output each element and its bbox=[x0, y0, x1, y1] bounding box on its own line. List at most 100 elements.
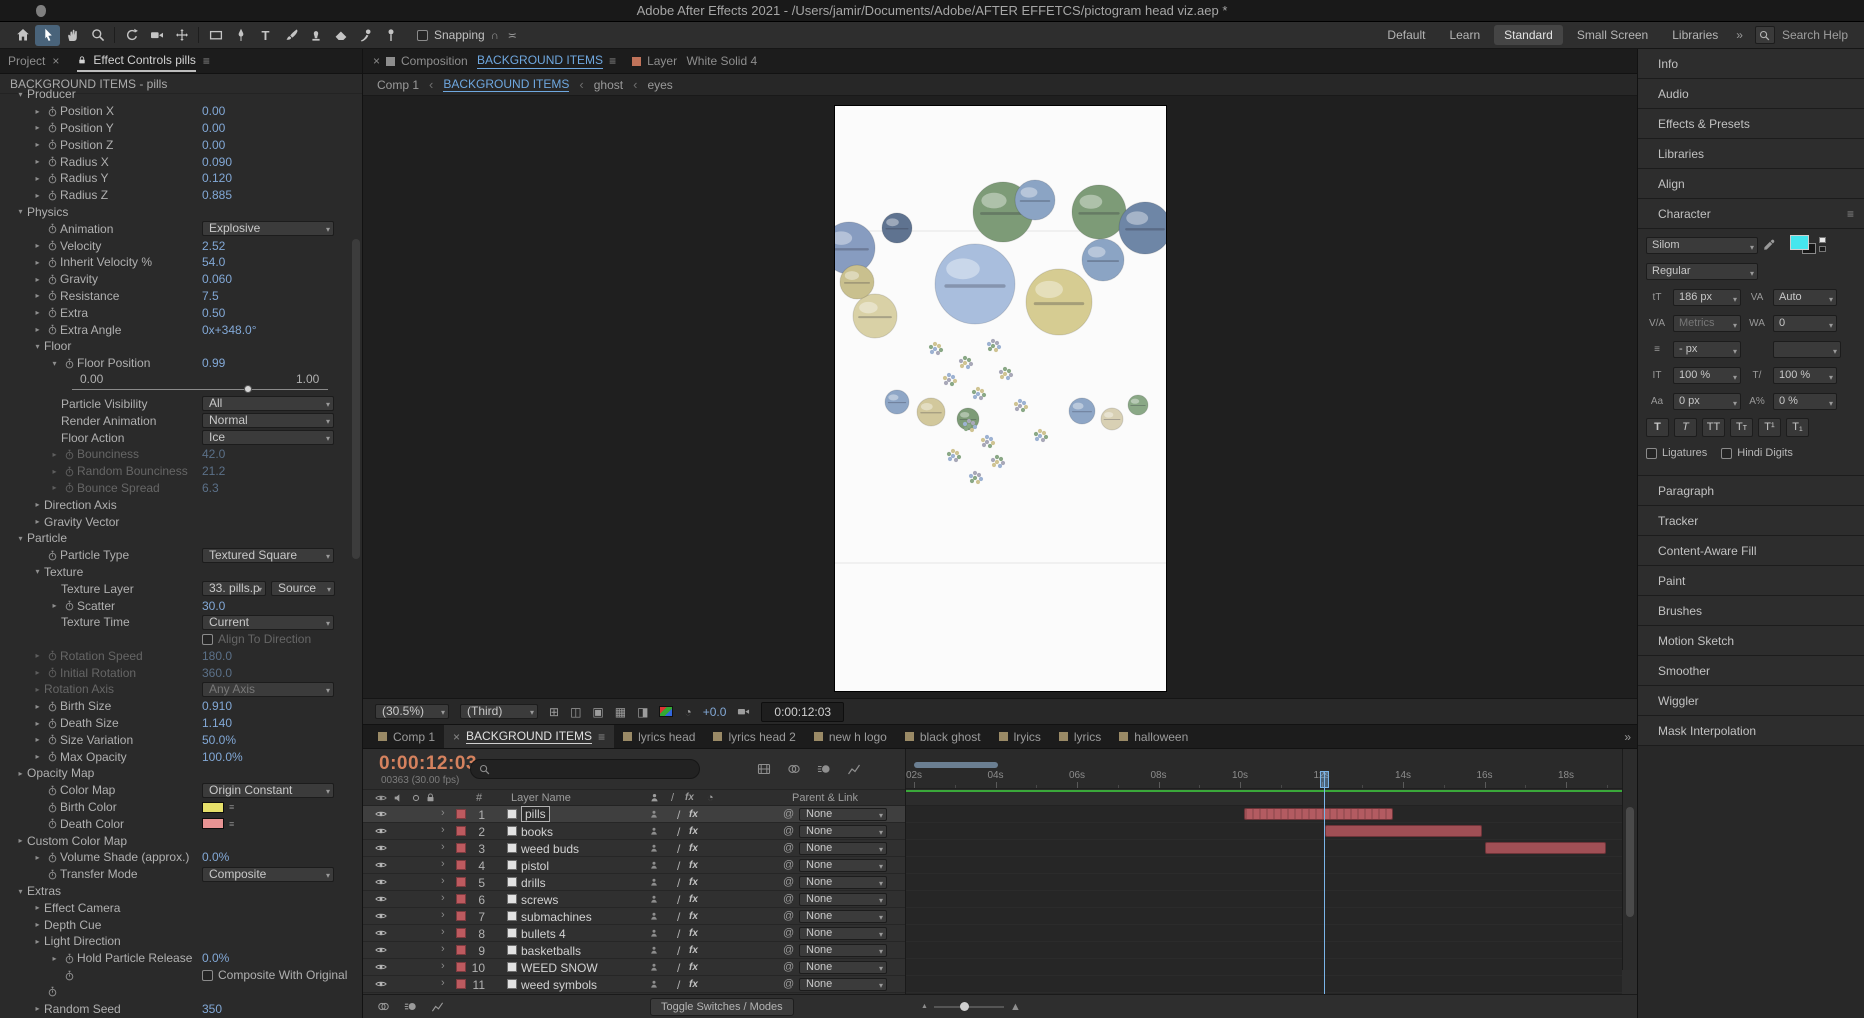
font-family-dropdown[interactable]: Silom bbox=[1646, 237, 1758, 254]
property-value[interactable]: 0.99 bbox=[202, 356, 225, 370]
timeline-track-area[interactable]: 02s04s06s08s10s12s14s16s18s bbox=[905, 749, 1622, 994]
chevron-right-icon[interactable]: › bbox=[441, 892, 445, 904]
type-toggle-4[interactable]: T¹ bbox=[1758, 418, 1781, 437]
stopwatch-icon[interactable] bbox=[61, 449, 77, 460]
property-value[interactable]: 7.5 bbox=[202, 289, 219, 303]
channel-color-icon[interactable] bbox=[659, 706, 673, 717]
timeline-tab-lryics[interactable]: lryics bbox=[990, 725, 1050, 748]
property-control[interactable]: Any Axis bbox=[202, 682, 334, 697]
timeline-search-input[interactable] bbox=[470, 759, 700, 779]
twirl-right-icon[interactable]: ▸ bbox=[31, 258, 44, 267]
track-row[interactable] bbox=[906, 891, 1622, 908]
panel-smoother[interactable]: Smoother bbox=[1638, 656, 1864, 686]
parent-link-dropdown[interactable]: None bbox=[799, 927, 887, 940]
shape-tool[interactable] bbox=[203, 25, 228, 46]
work-area-bar[interactable] bbox=[914, 762, 998, 768]
layer-duration-bar[interactable] bbox=[1485, 842, 1606, 854]
track-row[interactable] bbox=[906, 942, 1622, 959]
fx-switch[interactable]: fx bbox=[689, 962, 698, 973]
stopwatch-icon[interactable] bbox=[44, 986, 60, 997]
pick-whip-icon[interactable]: @ bbox=[783, 893, 794, 905]
effect-row[interactable]: ▸Inherit Velocity %54.0 bbox=[0, 254, 362, 271]
property-control[interactable]: 0x+348.0° bbox=[202, 323, 257, 337]
stopwatch-icon[interactable] bbox=[61, 600, 77, 611]
effect-row[interactable]: ▸Velocity2.52 bbox=[0, 237, 362, 254]
tab-overflow-chevrons[interactable]: » bbox=[1624, 730, 1631, 744]
twirl-right-icon[interactable]: ▸ bbox=[31, 903, 44, 912]
resolution-dropdown[interactable]: (Third) bbox=[460, 704, 538, 719]
panel-menu-icon[interactable]: ≡ bbox=[203, 54, 210, 68]
stopwatch-icon[interactable] bbox=[44, 802, 60, 813]
timeline-tab-lyrics-head[interactable]: lyrics head bbox=[614, 725, 704, 748]
workspace-overflow-chevrons[interactable]: » bbox=[1736, 28, 1743, 42]
eyedropper-icon[interactable] bbox=[1763, 239, 1785, 251]
property-value[interactable]: 0.885 bbox=[202, 188, 232, 202]
property-control[interactable]: 0.00 bbox=[202, 121, 225, 135]
graph-editor-icon[interactable] bbox=[847, 762, 861, 776]
effect-row[interactable]: ▾Physics bbox=[0, 204, 362, 221]
effect-row[interactable]: ▸Gravity0.060 bbox=[0, 271, 362, 288]
shy-icon[interactable] bbox=[649, 911, 659, 921]
panel-align[interactable]: Align bbox=[1638, 169, 1864, 199]
selection-tool[interactable] bbox=[35, 25, 60, 46]
clone-stamp-tool[interactable] bbox=[303, 25, 328, 46]
audio-column-icon[interactable] bbox=[393, 792, 405, 804]
twirl-right-icon[interactable]: ▸ bbox=[48, 954, 61, 963]
zoom-slider-thumb[interactable] bbox=[960, 1002, 969, 1011]
panel-menu-icon[interactable]: ≡ bbox=[598, 730, 605, 744]
twirl-right-icon[interactable]: ▸ bbox=[31, 937, 44, 946]
pan-behind-tool[interactable] bbox=[169, 25, 194, 46]
layer-name[interactable]: drills bbox=[521, 876, 546, 890]
tab-project[interactable]: Project bbox=[8, 54, 45, 68]
snapping-checkbox[interactable] bbox=[417, 30, 428, 41]
twirl-right-icon[interactable]: ▸ bbox=[31, 685, 44, 694]
effect-row[interactable]: ▸Initial Rotation360.0 bbox=[0, 664, 362, 681]
shy-icon[interactable] bbox=[649, 826, 659, 836]
color-swatch[interactable] bbox=[202, 802, 224, 813]
twirl-right-icon[interactable]: ▸ bbox=[31, 291, 44, 300]
home-tool[interactable] bbox=[10, 25, 35, 46]
track-row[interactable] bbox=[906, 976, 1622, 993]
slider-thumb[interactable] bbox=[244, 385, 252, 393]
property-value[interactable]: 0.00 bbox=[202, 121, 225, 135]
timeline-tab-halloween[interactable]: halloween bbox=[1110, 725, 1197, 748]
property-value[interactable]: 100.0% bbox=[202, 750, 243, 764]
checkbox[interactable] bbox=[202, 634, 213, 645]
timeline-tab-lyrics-head-2[interactable]: lyrics head 2 bbox=[704, 725, 804, 748]
effect-row[interactable]: Composite With Original bbox=[0, 967, 362, 984]
eye-icon[interactable] bbox=[375, 859, 387, 871]
char-left-value-dropdown[interactable]: 100 % bbox=[1673, 367, 1741, 384]
twirl-down-icon[interactable]: ▾ bbox=[14, 207, 27, 216]
close-tab-icon[interactable]: × bbox=[453, 730, 460, 744]
pen-tool[interactable] bbox=[228, 25, 253, 46]
stopwatch-icon[interactable] bbox=[44, 173, 60, 184]
stopwatch-icon[interactable] bbox=[44, 257, 60, 268]
breadcrumb-eyes[interactable]: eyes bbox=[647, 78, 672, 92]
pick-whip-icon[interactable]: @ bbox=[783, 944, 794, 956]
property-value[interactable]: 0.0% bbox=[202, 850, 229, 864]
motion-blur-toggle-icon[interactable] bbox=[404, 1000, 417, 1013]
graph-editor-toggle-icon[interactable] bbox=[431, 1000, 444, 1013]
twirl-down-icon[interactable]: ▾ bbox=[14, 90, 27, 99]
panel-menu-icon[interactable]: ≡ bbox=[609, 54, 616, 68]
property-control[interactable]: 30.0 bbox=[202, 599, 225, 613]
property-dropdown[interactable]: Normal bbox=[202, 413, 334, 428]
twirl-right-icon[interactable]: ▸ bbox=[31, 1004, 44, 1013]
checkbox[interactable] bbox=[1646, 448, 1657, 459]
twirl-right-icon[interactable]: ▸ bbox=[31, 174, 44, 183]
track-row[interactable] bbox=[906, 874, 1622, 891]
property-value[interactable]: 21.2 bbox=[202, 464, 225, 478]
property-dropdown[interactable]: Origin Constant bbox=[202, 783, 334, 798]
column-layer-name[interactable]: Layer Name bbox=[511, 792, 571, 804]
layer-row-submachines[interactable]: ›7submachines/fx@None bbox=[363, 908, 905, 925]
texture-layer-dropdown[interactable]: 33. pills.p bbox=[202, 581, 266, 596]
property-control[interactable]: 1.140 bbox=[202, 716, 232, 730]
property-control[interactable]: ≡ bbox=[202, 802, 234, 813]
pick-whip-icon[interactable]: @ bbox=[783, 842, 794, 854]
eye-icon[interactable] bbox=[375, 961, 387, 973]
layer-row-weed-symbols[interactable]: ›11weed symbols/fx@None bbox=[363, 976, 905, 993]
stopwatch-icon[interactable] bbox=[44, 139, 60, 150]
chevron-right-icon[interactable]: › bbox=[441, 943, 445, 955]
type-toggle-0[interactable]: T bbox=[1646, 418, 1669, 437]
color-swatch[interactable] bbox=[202, 818, 224, 829]
